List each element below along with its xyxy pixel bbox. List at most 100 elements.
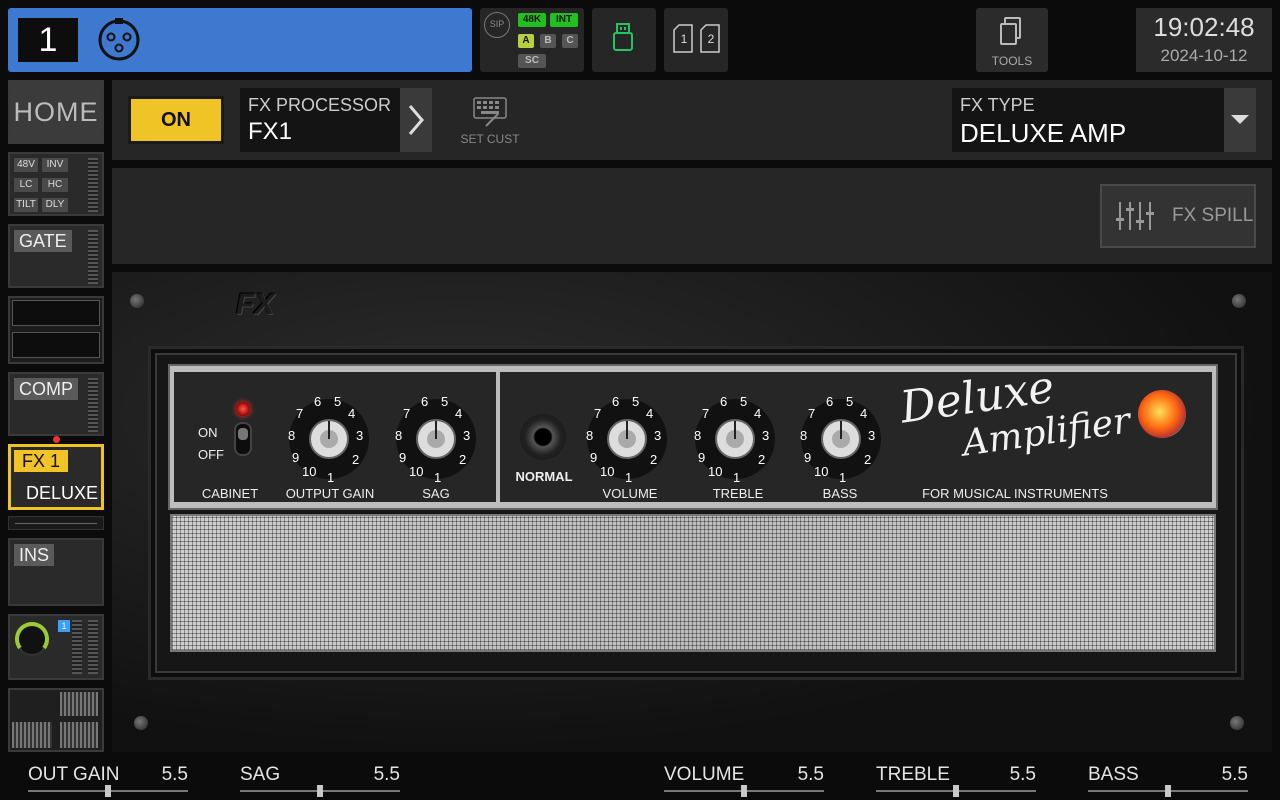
screw (1230, 716, 1244, 730)
preamp-section[interactable]: 48V INV LC HC TILT DLY (8, 152, 104, 216)
knob-number-3: 3 (356, 428, 364, 443)
cabinet-off-label: OFF (198, 447, 224, 462)
screw (134, 716, 148, 730)
knob-number-8: 8 (288, 428, 296, 443)
param-name: OUT GAIN (28, 764, 120, 785)
fader-meter-left (12, 722, 52, 748)
knob-number-5: 5 (846, 394, 854, 409)
fx-processor-next-button[interactable] (400, 88, 432, 152)
fx-processor-label: FX PROCESSOR (248, 95, 392, 115)
fx-on-button[interactable]: ON (128, 96, 224, 144)
low-cut-flag: LC (14, 178, 38, 192)
tilt-flag: TILT (14, 198, 38, 212)
comp-section[interactable]: COMP (8, 372, 104, 436)
card-2-label: 2 (707, 32, 715, 46)
fader-section[interactable] (8, 688, 104, 752)
fx-type-dropdown-button[interactable] (1224, 88, 1256, 152)
normal-label: NORMAL (515, 469, 573, 484)
param-value: 5.5 (1009, 764, 1036, 785)
param-volume[interactable]: VOLUME 5.5 (664, 760, 824, 800)
volume-knob[interactable]: 1 2 3 4 5 6 7 8 9 10 (582, 394, 672, 489)
volume-label: VOLUME (602, 486, 658, 501)
param-slider-handle[interactable] (105, 785, 111, 797)
treble-knob[interactable]: 1 2 3 4 5 6 7 8 9 10 (690, 394, 780, 489)
output-gain-knob[interactable]: 1 2 3 4 5 6 7 8 9 10 (284, 394, 374, 489)
knob-number-7: 7 (702, 406, 710, 421)
param-sag[interactable]: SAG 5.5 (240, 760, 400, 800)
knob-number-4: 4 (754, 406, 762, 421)
knob-number-2: 2 (758, 452, 766, 467)
xlr-input-icon (98, 18, 140, 61)
channel-number: 1 (18, 18, 78, 62)
knob-number-1: 1 (839, 470, 847, 485)
knob-number-9: 9 (292, 450, 300, 465)
knob-number-7: 7 (594, 406, 602, 421)
knob-number-9: 9 (698, 450, 706, 465)
knob-number-3: 3 (762, 428, 770, 443)
home-button[interactable]: HOME (8, 80, 104, 144)
fx1-value: DELUXE (25, 483, 98, 503)
cabinet-toggle-lever (238, 428, 248, 440)
high-cut-flag: HC (42, 178, 68, 192)
amp-tagline: FOR MUSICAL INSTRUMENTS (922, 486, 1108, 501)
knob-number-5: 5 (632, 394, 640, 409)
ins-section[interactable]: INS (8, 538, 104, 606)
fx-options-panel (112, 168, 1272, 264)
set-cust-label: SET CUST (460, 132, 520, 146)
knob-number-4: 4 (455, 406, 463, 421)
fx1-section[interactable]: FX 1 DELUXE (8, 444, 104, 510)
param-out-gain[interactable]: OUT GAIN 5.5 (28, 760, 188, 800)
knob-number-7: 7 (296, 406, 304, 421)
knob-number-1: 1 (625, 470, 633, 485)
knob-number-2: 2 (352, 452, 360, 467)
knob-number-7: 7 (808, 406, 816, 421)
knob-number-3: 3 (654, 428, 662, 443)
knob-number-6: 6 (612, 394, 620, 409)
chevron-down-icon (1231, 115, 1249, 124)
knob-number-2: 2 (864, 452, 872, 467)
tools-icon (1000, 17, 1021, 45)
comp-label: COMP (14, 378, 78, 400)
fx-active-dot (53, 436, 60, 443)
knob-number-1: 1 (733, 470, 741, 485)
knob-number-6: 6 (421, 394, 429, 409)
sag-knob[interactable]: 1 2 3 4 5 6 7 8 9 10 (391, 394, 481, 489)
bass-knob[interactable]: 1 2 3 4 5 6 7 8 9 10 (796, 394, 886, 489)
knob-number-5: 5 (740, 394, 748, 409)
knob-number-5: 5 (334, 394, 342, 409)
param-slider-handle[interactable] (953, 785, 959, 797)
knob-number-1: 1 (434, 470, 442, 485)
knob-number-8: 8 (800, 428, 808, 443)
knob-number-10: 10 (302, 464, 317, 479)
knob-number-8: 8 (586, 428, 594, 443)
knob-number-5: 5 (441, 394, 449, 409)
send-section[interactable]: 1 (8, 614, 104, 680)
param-slider-handle[interactable] (741, 785, 747, 797)
knob-number-10: 10 (814, 464, 829, 479)
send-meter-1 (72, 620, 82, 674)
param-slider-handle[interactable] (317, 785, 323, 797)
cabinet-label: CABINET (201, 486, 259, 501)
param-slider-handle[interactable] (1165, 785, 1171, 797)
knob-number-10: 10 (708, 464, 723, 479)
gate-section[interactable]: GATE (8, 224, 104, 288)
knob-number-3: 3 (463, 428, 471, 443)
param-name: TREBLE (876, 764, 950, 785)
rate-badge: 48K (518, 13, 546, 27)
knob-number-9: 9 (590, 450, 598, 465)
card-1-label: 1 (680, 32, 688, 46)
knob-number-7: 7 (403, 406, 411, 421)
param-treble[interactable]: TREBLE 5.5 (876, 760, 1036, 800)
knob-number-6: 6 (720, 394, 728, 409)
knob-number-4: 4 (646, 406, 654, 421)
knob-number-6: 6 (314, 394, 322, 409)
fx1-label: FX 1 (14, 450, 69, 472)
comp-meter (88, 378, 98, 432)
knob-number-9: 9 (399, 450, 407, 465)
knob-number-1: 1 (327, 470, 335, 485)
chevron-right-icon (408, 105, 424, 135)
eq-section[interactable] (8, 296, 104, 364)
sip-indicator: SIP (484, 12, 510, 38)
param-bass[interactable]: BASS 5.5 (1088, 760, 1248, 800)
knob-number-2: 2 (650, 452, 658, 467)
